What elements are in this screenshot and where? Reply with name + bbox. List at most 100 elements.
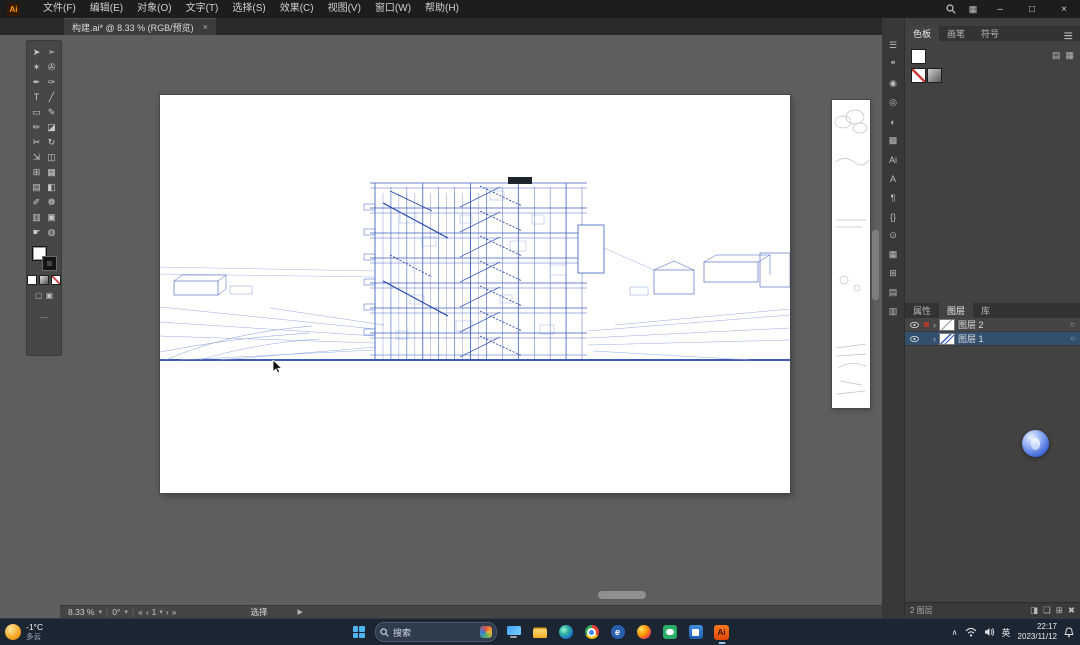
symbols-panel-icon[interactable]: ⊞ (885, 268, 901, 279)
column-graph-tool[interactable]: ▥ (29, 210, 44, 224)
illustrator-taskbar-icon[interactable]: Ai (712, 620, 731, 644)
target-circle-icon[interactable]: ○ (1070, 334, 1075, 343)
direct-selection-tool[interactable]: ➣ (44, 45, 59, 59)
artboard-number[interactable]: 1 (152, 607, 157, 617)
color-fill-icon[interactable] (27, 275, 37, 285)
close-button[interactable]: × (1048, 0, 1080, 18)
swatch-none[interactable] (911, 68, 926, 83)
color-panel-icon[interactable]: ◉ (885, 78, 901, 89)
rotation-value[interactable]: 0° (112, 607, 120, 617)
menu-item[interactable]: 窗口(W) (368, 0, 418, 18)
next-artboard-icon[interactable]: › (166, 607, 169, 617)
canvas-area[interactable] (0, 35, 882, 618)
layer-name[interactable]: 图层 2 (958, 318, 1067, 331)
gradient-tool[interactable]: ◧ (44, 180, 59, 194)
monitor-taskbar-icon[interactable] (504, 620, 523, 644)
make-mask-icon[interactable]: ◨ (1030, 605, 1038, 616)
prev-artboard-icon[interactable]: ‹ (146, 607, 149, 617)
input-method-indicator[interactable]: 英 (1002, 626, 1011, 639)
paragraph-panel-icon[interactable]: ¶ (885, 192, 901, 203)
assistive-touch-ball[interactable] (1022, 430, 1049, 457)
search-icon[interactable] (940, 0, 962, 18)
paintbrush-tool[interactable]: ✎ (44, 105, 59, 119)
menu-item[interactable]: 效果(C) (273, 0, 321, 18)
scissors-tool[interactable]: ✂ (29, 135, 44, 149)
line-segment-tool[interactable]: ╱ (44, 90, 59, 104)
rectangle-tool[interactable]: ▭ (29, 105, 44, 119)
wifi-icon[interactable] (965, 627, 977, 637)
rotation-dropdown-icon[interactable]: ▾ (124, 608, 128, 616)
taskbar-search[interactable]: 搜索 (375, 622, 497, 642)
browser-taskbar-icon[interactable]: e (608, 620, 627, 644)
menu-item[interactable]: 视图(V) (321, 0, 368, 18)
target-circle-icon[interactable]: ○ (1070, 320, 1075, 329)
panel-tab[interactable]: 库 (973, 303, 998, 318)
color-guide-panel-icon[interactable]: ◎ (885, 97, 901, 108)
expand-arrow-icon[interactable]: › (933, 334, 936, 344)
blueprint-artwork[interactable] (160, 95, 790, 493)
clock[interactable]: 22:17 2023/11/12 (1018, 622, 1057, 642)
swatch-white[interactable] (911, 49, 926, 64)
notification-bell-icon[interactable] (1064, 626, 1074, 638)
volume-icon[interactable] (984, 627, 995, 637)
visibility-toggle-icon[interactable] (908, 335, 920, 342)
weather-widget[interactable]: -1°C 多云 (5, 622, 43, 641)
type-tool[interactable]: T (29, 90, 44, 104)
magic-wand-tool[interactable]: ✶ (29, 60, 44, 74)
free-transform-tool[interactable]: ⊞ (29, 165, 44, 179)
menu-item[interactable]: 帮助(H) (418, 0, 466, 18)
workspace-switcher-icon[interactable]: ▦ (962, 0, 984, 18)
grid-view-icon[interactable]: ▦ (1065, 50, 1074, 61)
eyedropper-tool[interactable]: ✐ (29, 195, 44, 209)
pen-tool[interactable]: ✒ (29, 75, 44, 89)
wechat-taskbar-icon[interactable] (660, 620, 679, 644)
gradient-panel-icon[interactable]: ◐ (885, 116, 901, 127)
artboard[interactable] (160, 95, 790, 493)
scale-tool[interactable]: ⇲ (29, 150, 44, 164)
opentype-panel-icon[interactable]: {} (885, 211, 901, 222)
chrome-taskbar-icon[interactable] (582, 620, 601, 644)
layer-row[interactable]: › 图层 2 ○ (905, 318, 1080, 332)
menu-item[interactable]: 选择(S) (225, 0, 272, 18)
selection-tool[interactable]: ➤ (29, 45, 44, 59)
expand-arrow-icon[interactable]: › (933, 320, 936, 330)
docs-taskbar-icon[interactable] (686, 620, 705, 644)
width-tool[interactable]: ◫ (44, 150, 59, 164)
list-view-icon[interactable]: ▤ (1052, 50, 1061, 61)
first-artboard-icon[interactable]: « (138, 607, 143, 617)
tab-close-icon[interactable]: × (203, 22, 208, 32)
panel-menu-icon[interactable]: ≡ (1064, 28, 1078, 46)
panel-tab[interactable]: 色板 (905, 26, 940, 41)
menu-item[interactable]: 文字(T) (179, 0, 226, 18)
panel-tab[interactable]: 图层 (939, 303, 974, 318)
layer-name[interactable]: 图层 1 (958, 332, 1067, 345)
new-layer-icon[interactable]: ⊞ (1056, 605, 1063, 616)
asset-export-panel-icon[interactable]: ▤ (885, 287, 901, 298)
fill-stroke-chips[interactable] (32, 246, 57, 271)
mesh-tool[interactable]: ▤ (29, 180, 44, 194)
hidden-icons-chevron[interactable]: ∧ (952, 628, 958, 637)
screen-mode-icon[interactable]: ▣ (46, 291, 54, 300)
edit-toolbar-icon[interactable]: … (27, 310, 61, 320)
gradient-fill-icon[interactable] (39, 275, 49, 285)
artboard-dropdown-icon[interactable]: ▾ (159, 608, 163, 616)
start-button[interactable] (349, 620, 368, 644)
symbol-sprayer-tool[interactable]: ❁ (44, 195, 59, 209)
zoom-dropdown-icon[interactable]: ▾ (98, 608, 102, 616)
character-panel-icon[interactable]: A (885, 173, 901, 184)
file-explorer-taskbar-icon[interactable] (530, 620, 549, 644)
pencil-tool[interactable]: ✏ (29, 120, 44, 134)
status-expand-icon[interactable]: ▶ (298, 608, 303, 616)
layer-thumbnail[interactable] (939, 318, 955, 331)
document-tab[interactable]: 构建.ai* @ 8.33 % (RGB/预览) × (64, 18, 216, 35)
zoom-level[interactable]: 8.33 % (68, 607, 94, 617)
rotate-tool[interactable]: ↻ (44, 135, 59, 149)
layer-thumbnail[interactable] (939, 332, 955, 345)
edge-taskbar-icon[interactable] (556, 620, 575, 644)
delete-layer-icon[interactable]: ✖ (1068, 605, 1075, 616)
draw-normal-icon[interactable]: ▢ (35, 291, 43, 300)
curvature-tool[interactable]: ✑ (44, 75, 59, 89)
zoom-tool[interactable]: ◍ (44, 225, 59, 239)
panel-tab[interactable]: 符号 (973, 26, 1007, 41)
none-fill-icon[interactable] (51, 275, 61, 285)
